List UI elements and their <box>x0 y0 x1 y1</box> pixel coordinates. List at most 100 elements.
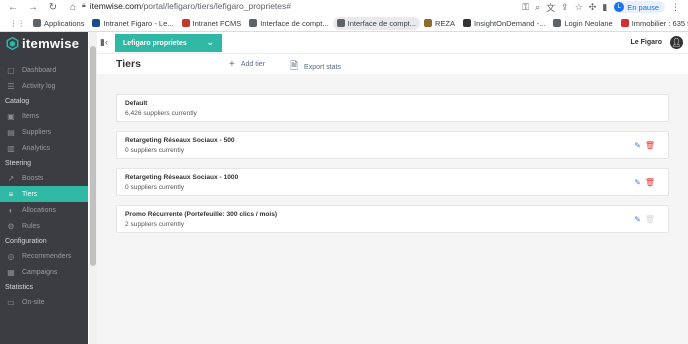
star-icon[interactable]: ☆ <box>575 2 583 13</box>
tier-name: Retargeting Réseaux Sociaux - 1000 <box>125 174 239 181</box>
bookmark-item[interactable]: REZA <box>420 17 459 30</box>
sidebar-item-label: Tiers <box>22 190 38 198</box>
sidebar-item-boosts[interactable]: ↗ Boosts <box>0 170 88 186</box>
sidebar-item-label: Activity log <box>22 82 56 90</box>
sidebar-item-recommenders[interactable]: ◎ Recommenders <box>0 248 88 264</box>
browser-toolbar: ⚿ ⌕ 文 ⇪ ☆ ✣ ▮ L En pause ⋮ <box>522 0 680 14</box>
rules-icon: ⚙ <box>7 221 15 231</box>
export-stats-button[interactable]: 🗎︎ Export stats <box>290 59 341 76</box>
bookmark-favicon-icon <box>249 19 258 27</box>
sidebar-item-label: Suppliers <box>22 128 52 136</box>
sidebar-item-label: Allocations <box>22 206 56 214</box>
tier-card[interactable]: Default 6,426 suppliers currently <box>116 94 669 122</box>
tier-card[interactable]: Retargeting Réseaux Sociaux - 500 0 suppl… <box>116 131 669 159</box>
profile-button[interactable]: L En pause <box>613 1 665 13</box>
main-content: Tiers + Add tier 🗎︎ Export stats Default… <box>97 54 688 344</box>
delete-trash-icon[interactable]: 🗑︎ <box>645 141 655 150</box>
sidebar-item-on-site[interactable]: ▭ On-site <box>0 294 88 310</box>
zoom-icon[interactable]: ⌕ <box>535 2 540 13</box>
sidebar-item-campaigns[interactable]: ▦ Campaigns <box>0 264 88 280</box>
url-path: /portal/lefigaro/tiers/lefigaro_propriet… <box>141 1 291 11</box>
top-bar: ▮‹ Lefigaro proprietes ⌄ Le Figaro 👤︎ <box>97 32 688 54</box>
bookmark-label: REZA <box>435 18 456 28</box>
bookmark-item[interactable]: Login Neolane <box>549 17 616 30</box>
bookmark-label: Applications <box>44 18 85 28</box>
sidebar-item-label: Dashboard <box>22 66 57 74</box>
page-header: Tiers + Add tier 🗎︎ Export stats <box>97 54 688 74</box>
tier-card[interactable]: Retargeting Réseaux Sociaux - 1000 0 supp… <box>116 168 669 196</box>
bookmark-favicon-icon <box>620 19 629 27</box>
forward-icon[interactable]: → <box>26 0 40 14</box>
menu-icon[interactable]: ⋮ <box>671 2 680 13</box>
export-stats-label: Export stats <box>304 64 342 71</box>
sidebar-item-allocations[interactable]: ◐ Allocations <box>0 202 88 218</box>
sidebar-item-analytics[interactable]: ▥ Analytics <box>0 140 88 156</box>
translate-icon[interactable]: 文 <box>546 1 555 14</box>
user-icon[interactable]: 👤︎ <box>670 36 683 49</box>
activity-log-icon: ☰ <box>7 81 15 91</box>
sidepanel-icon[interactable]: ▮ <box>602 2 607 13</box>
sidebar-item-label: Items <box>22 112 40 120</box>
url-bar[interactable]: 🔒︎ itemwise.com/portal/lefigaro/tiers/le… <box>82 1 291 11</box>
sidebar-item-dashboard[interactable]: ▢ Dashboard <box>0 62 88 78</box>
url-host: itemwise.com <box>89 1 142 11</box>
sidebar-item-label: Recommenders <box>22 252 72 260</box>
home-icon[interactable]: ⌂ <box>66 0 80 14</box>
bookmark-favicon-icon <box>33 19 41 27</box>
tiers-icon: ≡ <box>8 189 14 199</box>
sidebar-section-title: Steering <box>5 159 32 167</box>
account-name: Lefigaro proprietes <box>123 39 187 47</box>
tier-name: Retargeting Réseaux Sociaux - 500 <box>125 137 235 144</box>
sidebar-scrollbar[interactable] <box>89 32 97 344</box>
account-select[interactable]: Lefigaro proprietes ⌄ <box>115 34 222 52</box>
sidebar-item-activity-log[interactable]: ☰ Activity log <box>0 78 88 94</box>
apps-grid-icon[interactable]: ⋮⋮ <box>6 17 29 30</box>
collapse-sidebar-icon[interactable]: ▮‹ <box>100 37 108 48</box>
bookmark-favicon-icon <box>181 19 190 27</box>
extensions-icon[interactable]: ✣ <box>589 2 597 13</box>
suppliers-icon: ▤ <box>7 127 15 137</box>
add-tier-button[interactable]: + Add tier <box>229 59 265 70</box>
bookmark-item[interactable]: InsightOnDemand -... <box>459 17 549 30</box>
bookmark-label: Intranet Figaro - Le... <box>103 18 174 28</box>
items-icon: ▣ <box>7 111 15 121</box>
logo[interactable]: itemwise <box>0 32 88 54</box>
back-icon[interactable]: ← <box>6 0 20 14</box>
bookmark-item[interactable]: Applications <box>29 17 88 30</box>
reload-icon[interactable]: ↻ <box>46 0 60 14</box>
delete-trash-icon: 🗑︎ <box>644 215 655 224</box>
bookmark-item[interactable]: Intranet Figaro - Le... <box>88 17 177 30</box>
share-icon[interactable]: ⇪ <box>561 2 569 13</box>
bookmark-item[interactable]: Interface de compt... <box>245 17 332 30</box>
delete-trash-icon[interactable]: 🗑︎ <box>645 178 655 187</box>
sidebar-item-suppliers[interactable]: ▤ Suppliers <box>0 124 88 140</box>
scrollbar-thumb[interactable] <box>90 46 96 266</box>
lock-icon: 🔒︎ <box>82 2 86 9</box>
tier-supplier-count: 2 suppliers currently <box>125 221 185 228</box>
tier-card[interactable]: Promo Récurrente (Portefeuille: 300 clic… <box>116 205 669 233</box>
sidebar-section-title: Configuration <box>5 237 47 245</box>
boosts-icon: ↗ <box>7 173 15 183</box>
tier-supplier-count: 0 suppliers currently <box>125 147 185 154</box>
sidebar-item-label: Campaigns <box>22 268 58 276</box>
edit-pencil-icon[interactable]: ✎ <box>634 178 641 187</box>
bookmark-item[interactable]: Interface de compt... <box>332 16 421 30</box>
document-icon: 🗎︎ <box>290 61 299 72</box>
edit-pencil-icon[interactable]: ✎ <box>634 215 641 224</box>
browser-chrome: ← → ↻ ⌂ 🔒︎ itemwise.com/portal/lefigaro/… <box>0 0 688 32</box>
sidebar-section-title: Catalog <box>5 97 30 105</box>
sidebar: itemwise ▢ Dashboard ☰ Activity log Catalog ▣… <box>0 32 88 344</box>
bookmark-item[interactable]: Intranet FCMS <box>178 17 246 30</box>
sidebar-item-items[interactable]: ▣ Items <box>0 108 88 124</box>
key-icon[interactable]: ⚿ <box>522 2 529 13</box>
chevron-down-icon: ⌄ <box>206 37 214 47</box>
bookmark-favicon-icon <box>463 19 472 27</box>
sidebar-item-tiers[interactable]: ≡ Tiers <box>0 186 88 202</box>
edit-pencil-icon[interactable]: ✎ <box>634 141 641 150</box>
bookmark-favicon-icon <box>92 19 101 27</box>
sidebar-item-rules[interactable]: ⚙ Rules <box>0 218 88 234</box>
user-name[interactable]: Le Figaro <box>630 39 662 46</box>
brand-name: itemwise <box>22 35 80 51</box>
bookmark-item[interactable]: Immobilier : 635 94... <box>617 17 688 30</box>
bookmark-favicon-icon <box>424 19 433 27</box>
